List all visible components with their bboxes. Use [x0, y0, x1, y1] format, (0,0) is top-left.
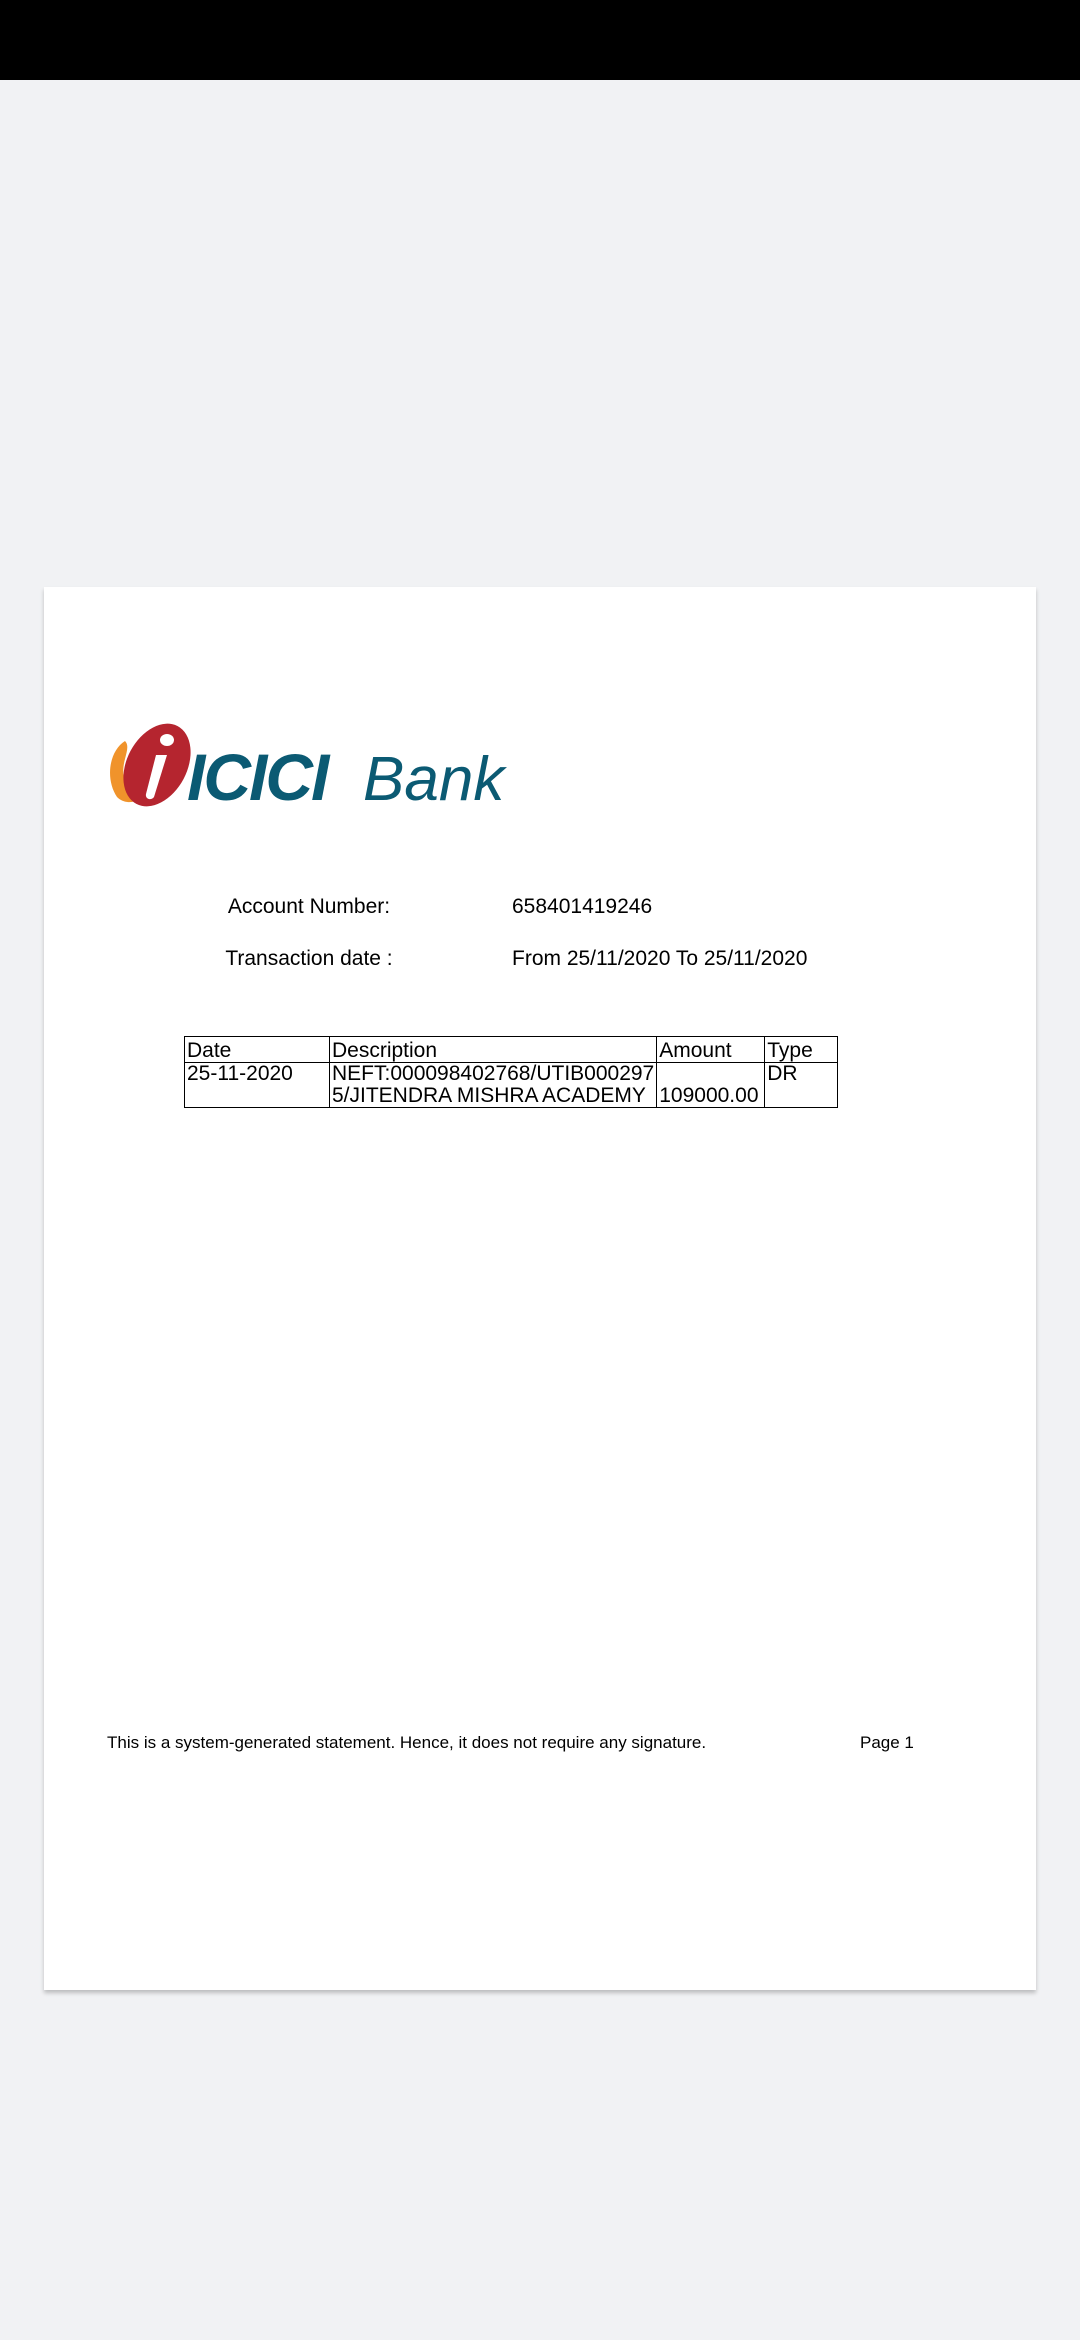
cell-description: NEFT:000098402768/UTIB000297 5/JITENDRA …	[328, 1062, 658, 1108]
header-amount: Amount	[656, 1036, 766, 1063]
svg-text:ICICI: ICICI	[187, 740, 331, 814]
footer-note: This is a system-generated statement. He…	[107, 1733, 707, 1752]
header-type: Type	[764, 1036, 839, 1063]
page-number: Page 1	[860, 1733, 914, 1752]
header-description: Description	[328, 1036, 658, 1063]
svg-text:Bank: Bank	[363, 745, 507, 814]
description-line-1: NEFT:000098402768/UTIB000297	[332, 1062, 655, 1085]
description-line-2: 5/JITENDRA MISHRA ACADEMY	[332, 1084, 646, 1107]
account-number-label: Account Number:	[227, 895, 391, 918]
cell-type: DR	[764, 1062, 839, 1108]
status-bar	[0, 0, 1080, 80]
transaction-date-value: From 25/11/2020 To 25/11/2020	[512, 947, 808, 970]
transactions-table: Date Description Amount Type 25-11-2020 …	[184, 1036, 839, 1108]
table-row: 25-11-2020 NEFT:000098402768/UTIB000297 …	[184, 1062, 839, 1108]
cell-amount: 109000.00	[656, 1062, 766, 1108]
table-header-row: Date Description Amount Type	[184, 1036, 839, 1063]
statement-page: ICICI Bank Account Number: 658401419246 …	[44, 587, 1036, 1990]
header-date: Date	[184, 1036, 330, 1063]
account-number-value: 658401419246	[512, 895, 653, 918]
icici-bank-logo: ICICI Bank	[107, 719, 567, 819]
cell-date: 25-11-2020	[184, 1062, 330, 1108]
transaction-date-label: Transaction date :	[225, 947, 393, 970]
